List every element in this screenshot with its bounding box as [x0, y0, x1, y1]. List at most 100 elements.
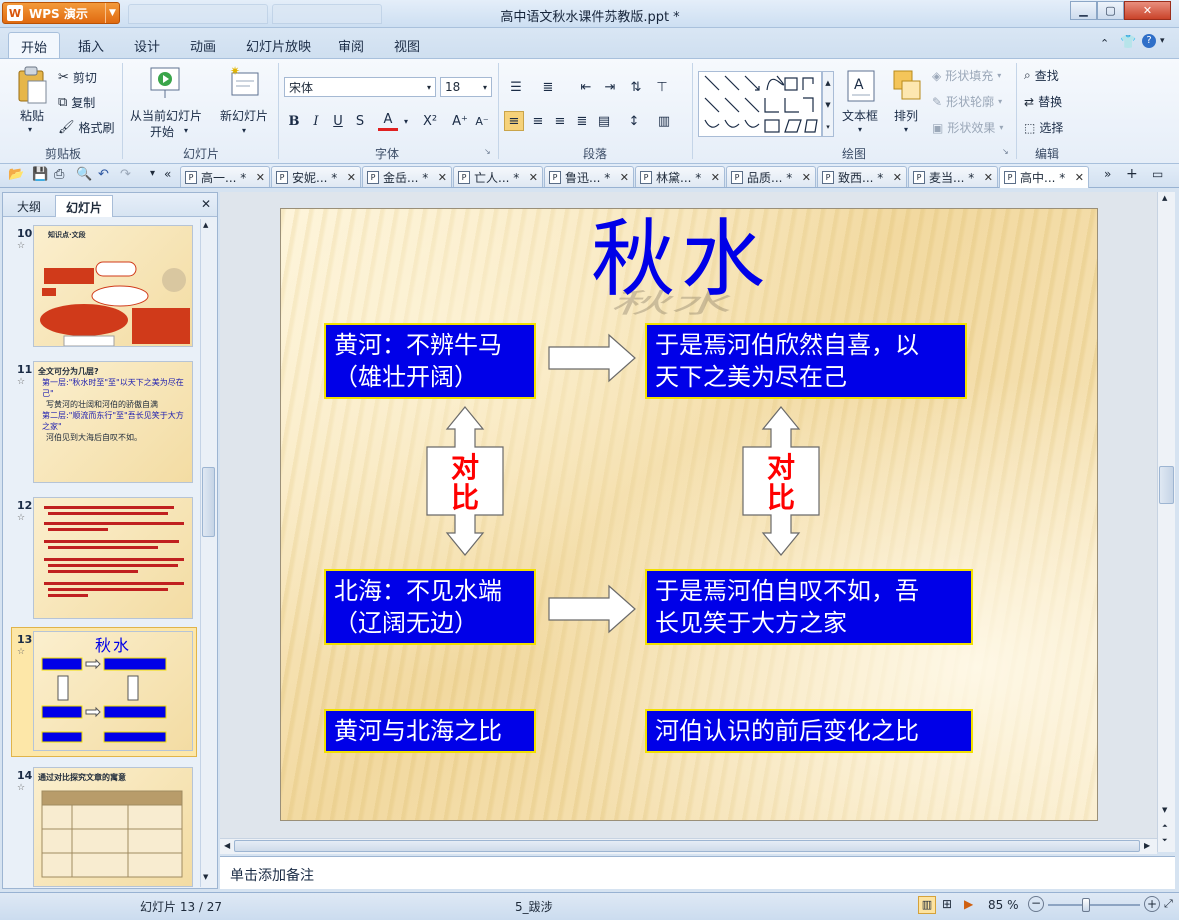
close-tab-icon[interactable]: ✕ — [893, 171, 902, 184]
document-tab[interactable]: P 金岳... * ✕ — [362, 166, 452, 187]
notes-pane[interactable]: 单击添加备注 — [220, 856, 1175, 889]
help-icon[interactable]: ? — [1142, 34, 1156, 48]
arrange-button[interactable]: 排列 — [894, 107, 918, 124]
textbox-button[interactable]: 文本框 — [842, 107, 878, 124]
tab-slideshow[interactable]: 幻灯片放映 — [246, 36, 311, 55]
scrollbar-thumb[interactable] — [234, 840, 1140, 852]
paste-dropdown-icon[interactable]: ▾ — [28, 125, 32, 134]
slide-title[interactable]: 秋水 — [531, 209, 831, 309]
arrange-icon[interactable] — [892, 69, 922, 106]
from-current-slide-button[interactable]: 从当前幻灯片 — [130, 107, 202, 124]
close-tab-icon[interactable]: ✕ — [620, 171, 629, 184]
tab-design[interactable]: 设计 — [134, 36, 160, 55]
shapes-gallery-scroll[interactable]: ▲ ▼ ▾ — [822, 71, 834, 137]
document-tab[interactable]: P 麦当... * ✕ — [908, 166, 998, 187]
slideshow-view-icon[interactable]: ▶ — [964, 897, 973, 911]
close-tab-icon[interactable]: ✕ — [1075, 171, 1084, 184]
zoom-out-icon[interactable]: − — [1028, 896, 1044, 912]
textbox-dropdown-icon[interactable]: ▾ — [858, 125, 862, 134]
close-tab-icon[interactable]: ✕ — [347, 171, 356, 184]
font-color-dropdown-icon[interactable]: ▾ — [396, 111, 416, 131]
grow-font-icon[interactable]: A⁺ — [450, 111, 470, 131]
tab-outline[interactable]: 大纲 — [7, 195, 51, 217]
textbox-icon[interactable]: A — [846, 69, 876, 106]
document-tab[interactable]: P 林黛... * ✕ — [635, 166, 725, 187]
thumbnail-scrollbar[interactable]: ▲ ▼ — [200, 219, 216, 887]
next-slide-icon[interactable]: ⏷ — [1162, 836, 1168, 845]
zoom-slider-track[interactable] — [1048, 904, 1140, 906]
document-tab[interactable]: P 品质... * ✕ — [726, 166, 816, 187]
numbering-icon[interactable]: ≣ — [538, 77, 558, 97]
document-tab[interactable]: P 亡人... * ✕ — [453, 166, 543, 187]
shape-outline-button[interactable]: ✎ 形状轮廓 ▾ — [932, 93, 1002, 110]
print-preview-icon[interactable]: 🔍 — [76, 167, 92, 182]
previous-slide-icon[interactable]: ⏶ — [1162, 822, 1168, 831]
scroll-right-icon[interactable]: ▶ — [1144, 841, 1150, 850]
slide-thumbnail-14[interactable]: 通过对比探究文章的寓意 — [33, 767, 193, 887]
justify-icon[interactable]: ≣ — [572, 111, 592, 131]
minimize-button[interactable]: ▁ — [1070, 1, 1097, 20]
slide-thumbnail-13[interactable]: 秋水 — [33, 631, 193, 751]
dialog-launcher-icon[interactable]: ↘ — [1002, 147, 1009, 156]
tab-animation[interactable]: 动画 — [190, 36, 216, 55]
start-dropdown-icon[interactable]: ▾ — [184, 126, 188, 135]
fit-to-window-icon[interactable]: ⤢ — [1164, 897, 1173, 911]
right-arrow-shape[interactable] — [547, 584, 637, 634]
shape-fill-button[interactable]: ◈ 形状填充 ▾ — [932, 67, 1001, 84]
scroll-tabs-right-icon[interactable]: » — [1104, 167, 1111, 181]
document-tab[interactable]: P 安妮... * ✕ — [271, 166, 361, 187]
slide-thumbnail-10[interactable]: 知识点·文段 — [33, 225, 193, 347]
decrease-indent-icon[interactable]: ⇤ — [576, 77, 596, 97]
scroll-tabs-left-icon[interactable]: « — [164, 167, 171, 181]
arrange-dropdown-icon[interactable]: ▾ — [904, 125, 908, 134]
slide-horizontal-scrollbar[interactable]: ◀ ▶ — [220, 838, 1157, 854]
document-tab[interactable]: P 鲁迅... * ✕ — [544, 166, 634, 187]
italic-icon[interactable]: I — [306, 111, 326, 131]
scroll-up-icon[interactable]: ▲ — [1162, 194, 1167, 202]
dialog-launcher-icon[interactable]: ↘ — [484, 147, 491, 156]
shapes-gallery[interactable] — [698, 71, 822, 137]
select-button[interactable]: ⬚ 选择 — [1024, 119, 1063, 136]
open-folder-icon[interactable]: 📂 — [8, 167, 24, 182]
document-tab[interactable]: P 高中... * ✕ — [999, 166, 1089, 188]
align-text-icon[interactable]: ⊤ — [652, 77, 672, 97]
increase-indent-icon[interactable]: ⇥ — [600, 77, 620, 97]
distribute-icon[interactable]: ▤ — [594, 111, 614, 131]
new-slide-dropdown-icon[interactable]: ▾ — [242, 126, 246, 135]
hebo-sigh-box[interactable]: 于是焉河伯自叹不如，吾 长见笑于大方之家 — [645, 569, 973, 645]
underline-icon[interactable]: U — [328, 111, 348, 131]
hebo-joy-box[interactable]: 于是焉河伯欣然自喜，以 天下之美为尽在己 — [645, 323, 967, 399]
scroll-down-icon[interactable]: ▼ — [1162, 806, 1167, 814]
tab-slides[interactable]: 幻灯片 — [55, 195, 114, 217]
close-tab-icon[interactable]: ✕ — [711, 171, 720, 184]
wps-app-menu-button[interactable]: W WPS 演示 ▼ — [2, 2, 120, 24]
slideshow-from-current-icon[interactable] — [148, 65, 184, 104]
scroll-up-icon[interactable]: ▲ — [203, 221, 208, 229]
document-tab[interactable]: P 高一... * ✕ — [180, 166, 270, 187]
right-arrow-shape[interactable] — [547, 333, 637, 383]
compare-left-box[interactable]: 黄河与北海之比 — [324, 709, 536, 753]
chevron-down-icon[interactable]: ▼ — [105, 3, 119, 23]
quick-access-dropdown-icon[interactable]: ▾ — [150, 168, 155, 179]
redo-icon[interactable]: ↷ — [120, 167, 131, 182]
slide-vertical-scrollbar[interactable]: ▲ ▼ ⏶ ⏷ — [1157, 192, 1175, 852]
background-window-tab[interactable] — [128, 4, 268, 24]
find-button[interactable]: ⌕ 查找 — [1024, 67, 1059, 84]
align-left-icon[interactable]: ≡ — [504, 111, 524, 131]
slide-thumbnail-12[interactable] — [33, 497, 193, 619]
tab-review[interactable]: 审阅 — [338, 36, 364, 55]
paste-button[interactable]: 粘贴 — [20, 107, 44, 124]
maximize-button[interactable]: ▢ — [1097, 1, 1124, 20]
close-tab-icon[interactable]: ✕ — [529, 171, 538, 184]
close-button[interactable]: ✕ — [1124, 1, 1171, 20]
collapse-ribbon-icon[interactable]: ⌃ — [1100, 37, 1109, 50]
shrink-font-icon[interactable]: A⁻ — [472, 111, 492, 131]
font-size-select[interactable]: 18 ▾ — [440, 77, 492, 97]
font-color-icon[interactable]: A — [378, 111, 398, 131]
paste-icon[interactable] — [14, 65, 50, 105]
close-tab-icon[interactable]: ✕ — [802, 171, 811, 184]
columns-icon[interactable]: ▥ — [654, 111, 674, 131]
skin-icon[interactable]: 👕 — [1120, 35, 1136, 50]
tab-view[interactable]: 视图 — [394, 36, 420, 55]
tab-insert[interactable]: 插入 — [78, 36, 104, 55]
